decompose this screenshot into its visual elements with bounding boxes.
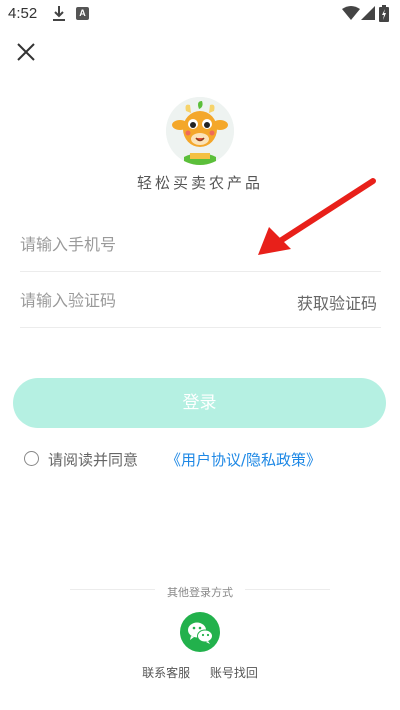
get-code-button[interactable]: 获取验证码	[297, 290, 377, 314]
status-bar: 4:52 A	[0, 0, 400, 30]
other-login-label: 其他登录方式	[155, 586, 245, 599]
wechat-login-button[interactable]	[180, 612, 220, 652]
phone-input[interactable]	[20, 230, 260, 258]
download-icon	[53, 6, 65, 21]
wechat-icon	[188, 622, 213, 644]
verification-code-input[interactable]	[20, 286, 260, 314]
other-login-label-row: 其他登录方式	[0, 581, 400, 600]
wifi-icon	[342, 6, 360, 20]
account-recovery-link[interactable]: 账号找回	[210, 666, 258, 680]
close-button[interactable]	[14, 40, 38, 64]
verification-code-field: 获取验证码	[20, 272, 381, 328]
bottom-links: 联系客服 账号找回	[0, 664, 400, 681]
status-time: 4:52	[8, 5, 38, 22]
agreement-link[interactable]: 《用户协议/隐私政策》	[166, 449, 321, 470]
agreement-text: 请阅读并同意	[48, 451, 139, 469]
annotation-arrow-icon	[258, 178, 376, 255]
cow-mascot-logo-icon	[166, 97, 234, 165]
app-logo	[166, 97, 234, 165]
battery-charging-icon	[379, 5, 389, 22]
agreement-checkbox[interactable]	[24, 451, 39, 466]
contact-service-link[interactable]: 联系客服	[142, 666, 190, 680]
login-button[interactable]: 登录	[13, 378, 386, 428]
signal-icon	[361, 6, 375, 20]
notification-badge-icon: A	[76, 7, 89, 20]
